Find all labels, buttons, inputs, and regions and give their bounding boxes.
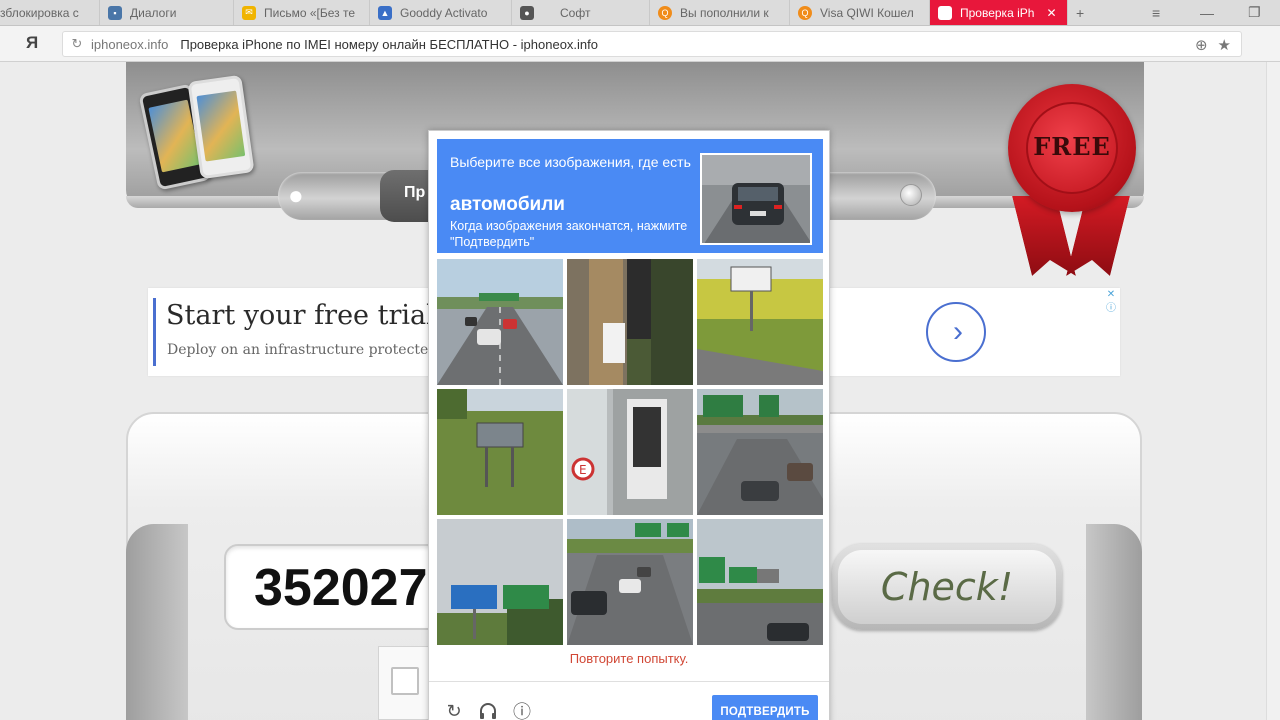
ad-subtitle: Deploy on an infrastructure protected b [167, 342, 451, 358]
captcha-instruction-tail: Когда изображения закончатся, нажмите "П… [450, 219, 688, 249]
tab-item-blocking[interactable]: зблокировка с [0, 0, 100, 25]
page-icon [938, 5, 952, 20]
bookmark-star-icon[interactable]: ★ [1218, 36, 1231, 54]
scrollbar[interactable] [1266, 62, 1280, 720]
menu-icon: ≡ [1152, 4, 1161, 21]
seal-text: FREE [1033, 132, 1111, 161]
tab-label: Письмо «[Без те [264, 5, 356, 20]
mail-icon: ✉ [242, 5, 256, 20]
tab-label: Вы пополнили к [680, 5, 769, 20]
url-host: iphoneox.info [91, 36, 169, 52]
nav-knob [900, 184, 922, 206]
captcha-sample-image [700, 153, 812, 245]
nav-button-label: Пр [404, 184, 426, 201]
info-icon[interactable]: ⓘ [511, 700, 533, 720]
chat-icon: ▪ [108, 5, 122, 20]
check-button[interactable]: Check! [832, 544, 1062, 630]
apple-icon: ● [520, 5, 534, 20]
new-tab-button[interactable]: + [1076, 0, 1084, 25]
captcha-tile[interactable] [697, 519, 823, 645]
tab-item-dialogs[interactable]: ▪ Диалоги [100, 0, 234, 25]
tab-item-gooddy[interactable]: ▲ Gooddy Activato [370, 0, 512, 25]
reload-icon[interactable]: ↻ [443, 700, 465, 720]
chevron-right-icon[interactable]: › [926, 302, 986, 362]
plus-icon: + [1076, 4, 1085, 21]
audio-headphones-icon[interactable] [477, 700, 499, 720]
captcha-error: Повторите попытку. [569, 651, 689, 666]
minimize-icon: — [1200, 4, 1214, 21]
tab-label: Visa QIWI Кошел [820, 5, 914, 20]
url-page-title: Проверка iPhone по IMEI номеру онлайн БЕ… [180, 36, 598, 52]
captcha-tile[interactable] [437, 259, 563, 385]
tab-label: Gooddy Activato [400, 5, 488, 20]
iphones-logo [138, 74, 260, 191]
captcha-tile[interactable] [567, 519, 693, 645]
ad-choices-icon[interactable]: ✕ ⓘ [1104, 288, 1118, 316]
ad-title: Start your free trial [166, 300, 435, 331]
captcha-tile[interactable] [697, 389, 823, 515]
captcha-tile[interactable]: E [567, 389, 693, 515]
restore-icon: ❐ [1248, 4, 1261, 20]
reload-icon[interactable]: ↻ [63, 36, 91, 52]
captcha-challenge: Выберите все изображения, где есть автом… [428, 130, 830, 720]
qiwi-icon: Q [658, 5, 672, 20]
address-bar: Я ↻ iphoneox.info Проверка iPhone по IME… [0, 26, 1280, 62]
url-field[interactable]: ↻ iphoneox.info Проверка iPhone по IMEI … [62, 31, 1242, 57]
tab-item-qiwi-wallet[interactable]: Q Visa QIWI Кошел [790, 0, 930, 25]
tab-label: зблокировка с [0, 5, 79, 20]
captcha-image-grid: E [437, 259, 823, 645]
restore-button[interactable]: ❐ [1248, 0, 1261, 25]
apple-icon[interactable]: ● [288, 180, 304, 211]
tab-item-qiwi-topup[interactable]: Q Вы пополнили к [650, 0, 790, 25]
captcha-object: автомобили [450, 194, 565, 215]
tab-item-active[interactable]: Проверка iPh ✕ [930, 0, 1068, 25]
captcha-tile[interactable] [567, 259, 693, 385]
minimize-button[interactable]: — [1200, 0, 1214, 25]
verify-button[interactable]: ПОДТВЕРДИТЬ [712, 695, 818, 720]
captcha-instruction: Выберите все изображения, где есть [450, 154, 691, 170]
captcha-tile[interactable] [697, 259, 823, 385]
captcha-header: Выберите все изображения, где есть автом… [437, 139, 823, 253]
close-tab-icon[interactable]: ✕ [1046, 6, 1056, 20]
tab-label: Проверка iPh [960, 5, 1035, 20]
qiwi-icon: Q [798, 5, 812, 20]
tab-label: Диалоги [130, 5, 177, 20]
tab-label: Софт [560, 5, 591, 20]
svg-text:E: E [579, 463, 587, 477]
captcha-tile[interactable] [437, 519, 563, 645]
captcha-tile[interactable] [437, 389, 563, 515]
menu-button[interactable]: ≡ [1152, 0, 1160, 25]
captcha-footer: ↻ ⓘ ПОДТВЕРДИТЬ [429, 681, 829, 720]
recaptcha-checkbox[interactable] [391, 667, 419, 695]
yandex-logo[interactable]: Я [26, 33, 38, 53]
tab-item-mail[interactable]: ✉ Письмо «[Без те [234, 0, 370, 25]
tab-item-soft[interactable]: ● Софт [512, 0, 650, 25]
tab-strip: зблокировка с ▪ Диалоги ✉ Письмо «[Без т… [0, 0, 1280, 26]
protect-icon[interactable]: ⊕ [1195, 36, 1208, 54]
app-icon: ▲ [378, 5, 392, 20]
free-seal: FREE [1006, 84, 1138, 276]
check-button-label: Check! [838, 550, 1056, 624]
